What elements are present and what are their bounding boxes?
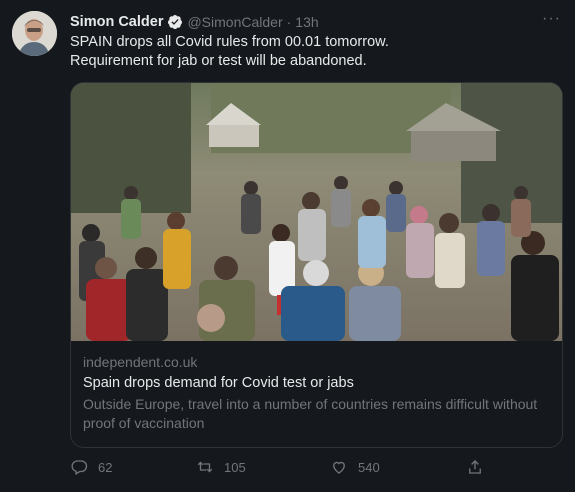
- author-name[interactable]: Simon Calder: [70, 14, 163, 30]
- like-count: 540: [358, 459, 380, 475]
- card-image[interactable]: [71, 83, 562, 341]
- retweet-icon: [197, 461, 213, 473]
- reply-icon: [71, 460, 88, 475]
- author-handle[interactable]: @SimonCalder: [187, 14, 282, 30]
- header-separator: ·: [286, 14, 292, 30]
- share-icon: [469, 460, 481, 474]
- more-icon[interactable]: ···: [542, 10, 561, 28]
- tweet-text-line-1: SPAIN drops all Covid rules from 00.01 t…: [70, 34, 389, 50]
- card-domain: independent.co.uk: [83, 354, 198, 370]
- tweet-header: Simon Calder @SimonCalder · 13h: [70, 12, 319, 32]
- tweet-text: SPAIN drops all Covid rules from 00.01 t…: [70, 33, 555, 71]
- reply-count: 62: [98, 459, 113, 475]
- avatar-image: [12, 11, 57, 56]
- card-body: independent.co.uk Spain drops demand for…: [83, 353, 553, 433]
- card-description: Outside Europe, travel into a number of …: [83, 396, 538, 431]
- tweet[interactable]: Simon Calder @SimonCalder · 13h ··· SPAI…: [0, 0, 575, 492]
- avatar[interactable]: [12, 11, 57, 56]
- verified-badge-icon: [167, 14, 183, 30]
- action-bar: 62 105 540: [70, 458, 560, 478]
- card-title[interactable]: Spain drops demand for Covid test or jab…: [83, 374, 553, 393]
- share-button[interactable]: [466, 458, 484, 476]
- retweet-button[interactable]: 105: [196, 458, 246, 476]
- retweet-count: 105: [224, 459, 246, 475]
- tweet-text-line-2: Requirement for jab or test will be aban…: [70, 53, 367, 69]
- like-button[interactable]: 540: [330, 458, 380, 476]
- tweet-timestamp[interactable]: 13h: [295, 14, 318, 30]
- reply-button[interactable]: 62: [70, 458, 112, 476]
- link-card[interactable]: independent.co.uk Spain drops demand for…: [70, 82, 563, 448]
- like-icon: [333, 461, 345, 474]
